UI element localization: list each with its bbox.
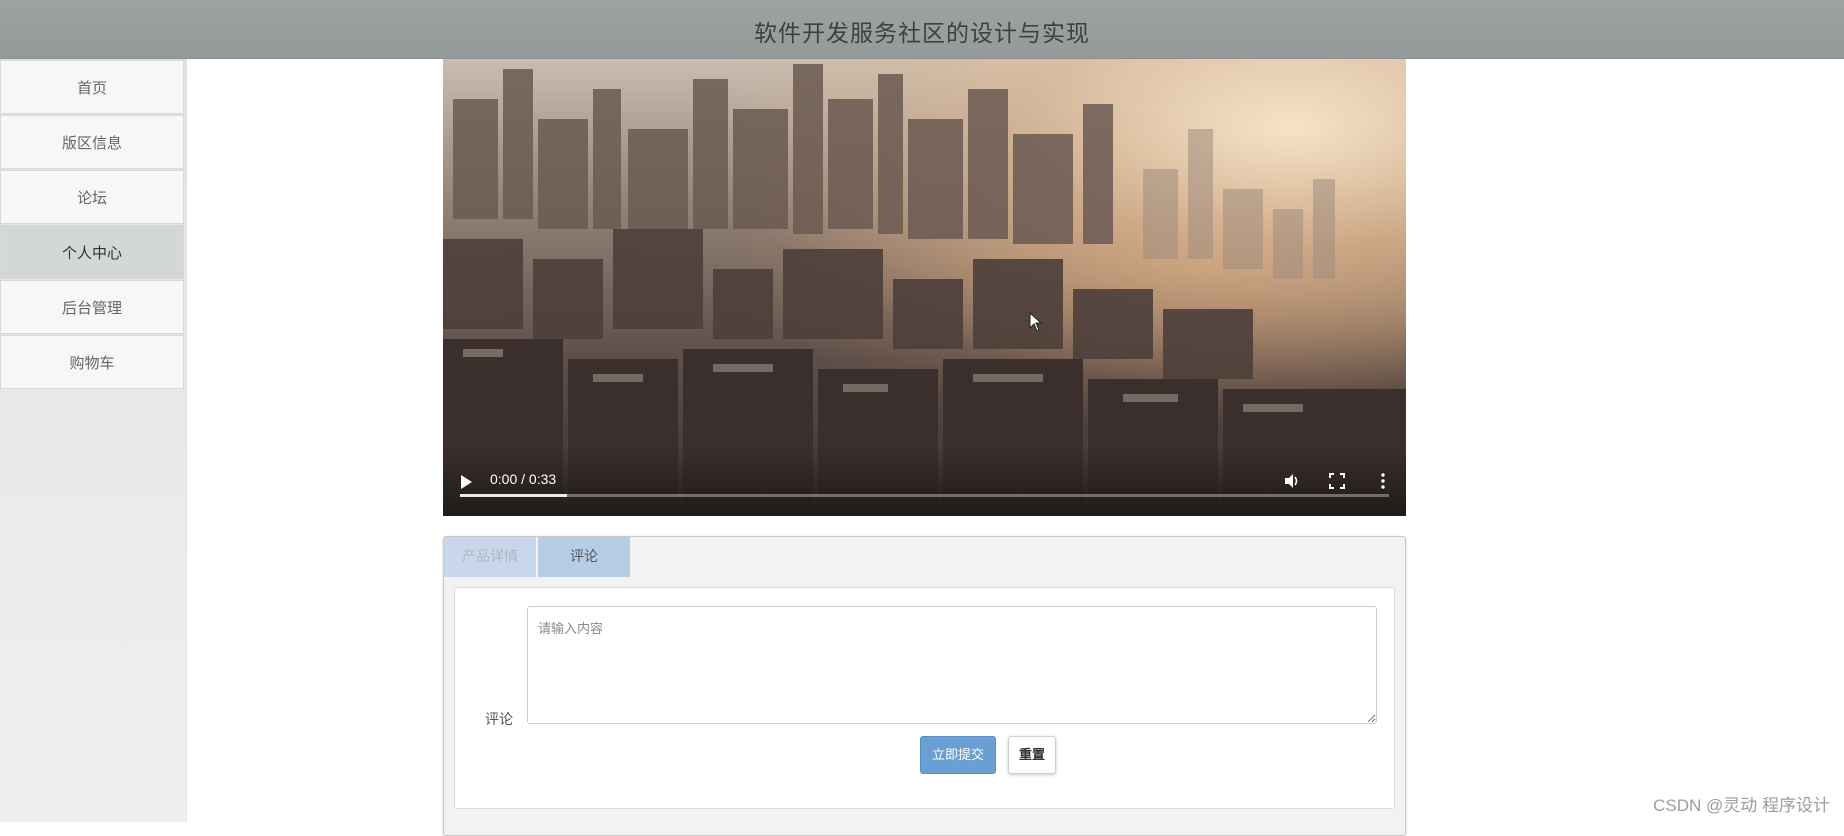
comment-label: 评论 — [485, 712, 513, 728]
page-title: 软件开发服务社区的设计与实现 — [754, 21, 1090, 47]
video-time: 0:00 / 0:33 — [490, 471, 557, 487]
sidebar-item-board-info[interactable]: 版区信息 — [0, 115, 184, 169]
play-icon[interactable] — [461, 475, 472, 489]
tab-comments[interactable]: 评论 — [538, 537, 630, 577]
mouse-pointer-icon — [1029, 312, 1043, 332]
video-progress-buffered — [460, 494, 567, 497]
detail-panel: 产品详情 评论 评论 立即提交 重置 — [443, 536, 1406, 836]
sidebar-item-admin[interactable]: 后台管理 — [0, 280, 184, 334]
sidebar-item-cart[interactable]: 购物车 — [0, 335, 184, 389]
sidebar-item-forum[interactable]: 论坛 — [0, 170, 184, 224]
video-player[interactable]: 0:00 / 0:33 — [443, 59, 1406, 516]
tab-product-details[interactable]: 产品详情 — [444, 537, 536, 577]
sidebar: 首页 版区信息 论坛 个人中心 后台管理 购物车 — [0, 59, 187, 822]
submit-button[interactable]: 立即提交 — [920, 736, 996, 774]
header-bar: 软件开发服务社区的设计与实现 — [0, 0, 1844, 59]
reset-button[interactable]: 重置 — [1008, 736, 1056, 774]
comment-textarea[interactable] — [527, 606, 1377, 724]
volume-icon[interactable] — [1283, 472, 1301, 490]
sidebar-item-personal-center[interactable]: 个人中心 — [0, 225, 184, 279]
watermark: CSDN @灵动 程序设计 — [1653, 796, 1830, 815]
sidebar-item-home[interactable]: 首页 — [0, 60, 184, 114]
more-options-icon[interactable] — [1380, 473, 1386, 489]
fullscreen-icon[interactable] — [1329, 473, 1345, 489]
video-controls: 0:00 / 0:33 — [443, 446, 1406, 516]
comment-form: 评论 立即提交 重置 — [454, 587, 1395, 809]
video-progress-bar[interactable] — [460, 494, 1389, 497]
